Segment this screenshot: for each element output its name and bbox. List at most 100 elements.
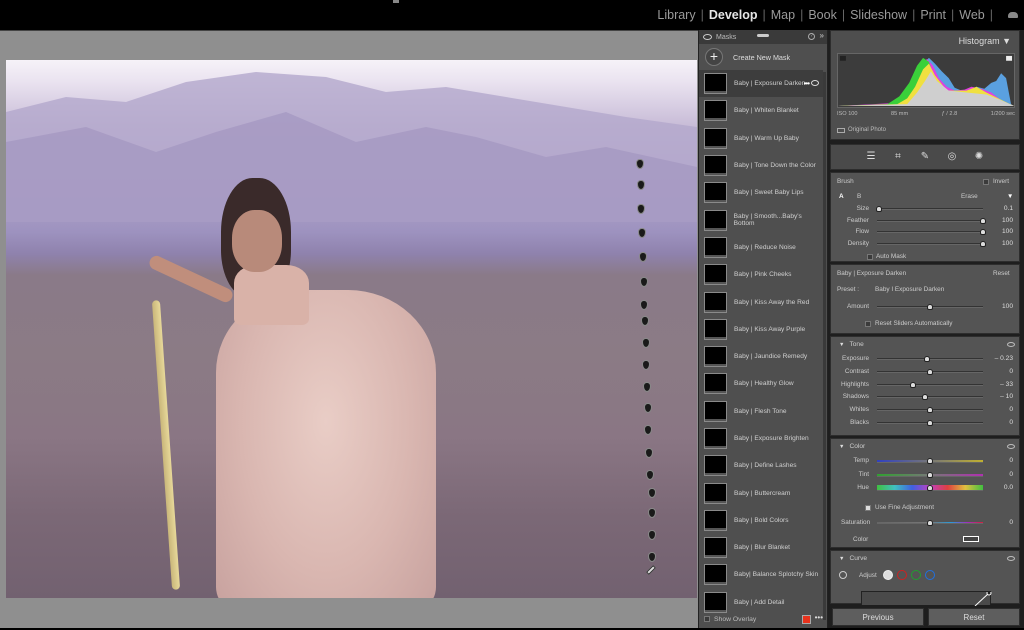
color-swatch-picker[interactable] xyxy=(963,536,979,542)
mask-item[interactable]: Baby | Exposure Darken ••• xyxy=(699,70,823,98)
module-map[interactable]: Map xyxy=(771,8,795,22)
mask-pin[interactable] xyxy=(647,530,656,540)
module-book[interactable]: Book xyxy=(808,8,837,22)
curve-channel-green[interactable] xyxy=(911,570,921,580)
reset-sliders-checkbox[interactable] xyxy=(865,321,871,327)
mask-pin[interactable] xyxy=(640,316,649,326)
brush-options-icon[interactable]: ▼ xyxy=(1007,193,1013,200)
curve-visibility-icon[interactable] xyxy=(1007,556,1015,561)
mask-pin[interactable] xyxy=(636,180,645,190)
healing-icon[interactable]: ✎ xyxy=(919,151,931,163)
mask-visibility-icon[interactable] xyxy=(811,80,819,86)
size-slider-thumb[interactable] xyxy=(876,206,883,212)
mask-item[interactable]: Baby | Kiss Away Purple xyxy=(699,316,823,343)
saturation-slider-thumb[interactable] xyxy=(927,520,933,526)
mask-pin[interactable] xyxy=(647,488,656,498)
whites-slider-thumb[interactable] xyxy=(927,407,933,414)
mask-pin[interactable] xyxy=(643,382,651,392)
size-slider[interactable] xyxy=(877,208,983,210)
edit-sliders-icon[interactable]: ☰ xyxy=(865,151,877,163)
mask-pin[interactable] xyxy=(647,508,656,518)
temp-slider-thumb[interactable] xyxy=(927,458,933,464)
curve-header[interactable]: Curve xyxy=(839,555,867,562)
tone-visibility-icon[interactable] xyxy=(1007,342,1015,347)
flow-slider-thumb[interactable] xyxy=(980,229,986,235)
mask-item[interactable]: Baby | Warm Up Baby xyxy=(699,125,823,152)
mask-item[interactable]: Baby | Tone Down the Color xyxy=(699,152,823,179)
histogram-title[interactable]: Histogram ▼ xyxy=(959,36,1011,46)
color-visibility-icon[interactable] xyxy=(1007,444,1015,449)
curve-graph[interactable] xyxy=(861,591,992,606)
visibility-icon[interactable] xyxy=(703,34,712,40)
help-icon[interactable]: ? xyxy=(808,33,815,40)
module-print[interactable]: Print xyxy=(920,8,946,22)
panel-toggle[interactable] xyxy=(393,0,399,3)
highlights-slider[interactable] xyxy=(877,383,983,386)
mask-item[interactable]: Baby | Jaundice Remedy xyxy=(699,343,823,370)
mask-item[interactable]: Baby | Buttercream xyxy=(699,479,823,506)
tint-slider-thumb[interactable] xyxy=(927,471,933,478)
original-photo-toggle[interactable]: Original Photo xyxy=(837,127,886,133)
blacks-slider-thumb[interactable] xyxy=(927,420,933,426)
mask-item[interactable]: Baby | Flesh Tone xyxy=(699,398,823,425)
brush-tab-b[interactable]: B xyxy=(857,193,861,200)
module-library[interactable]: Library xyxy=(657,8,695,22)
mask-pin[interactable] xyxy=(643,403,652,413)
previous-button[interactable]: Previous xyxy=(832,608,924,626)
collapse-icon[interactable]: » xyxy=(820,31,824,40)
tone-header[interactable]: Tone xyxy=(839,341,863,348)
density-slider-thumb[interactable] xyxy=(980,240,986,247)
fine-adjust-checkbox[interactable] xyxy=(865,505,871,511)
drag-handle[interactable] xyxy=(757,34,769,37)
mask-pin[interactable] xyxy=(638,228,647,238)
mask-item[interactable]: Baby | Pink Cheeks xyxy=(699,261,823,288)
cloud-icon[interactable] xyxy=(1008,12,1018,18)
masking-icon[interactable]: ✺ xyxy=(973,151,985,163)
mask-item[interactable]: Baby | Define Lashes xyxy=(699,452,823,479)
module-slideshow[interactable]: Slideshow xyxy=(850,8,907,22)
mask-item[interactable]: Baby | Exposure Brighten xyxy=(699,425,823,452)
reset-button[interactable]: Reset xyxy=(928,608,1020,626)
amount-slider-thumb[interactable] xyxy=(927,304,933,310)
mask-pin[interactable] xyxy=(637,204,646,214)
overlay-color-swatch[interactable] xyxy=(802,615,811,624)
hue-slider-thumb[interactable] xyxy=(927,485,933,491)
photo-preview[interactable] xyxy=(6,60,697,598)
flow-slider[interactable] xyxy=(877,231,983,233)
more-options-icon[interactable]: ••• xyxy=(815,613,823,622)
curve-channel-rgb[interactable] xyxy=(883,570,893,580)
preset-dropdown[interactable]: Baby I Exposure Darken xyxy=(875,286,944,293)
create-new-mask-button[interactable]: + Create New Mask xyxy=(699,44,827,70)
curve-channel-red[interactable] xyxy=(897,570,907,580)
red-eye-icon[interactable]: ◎ xyxy=(946,151,958,163)
auto-mask-checkbox[interactable] xyxy=(867,254,873,260)
mask-list-scrollbar[interactable] xyxy=(823,72,826,620)
show-overlay-checkbox[interactable] xyxy=(704,616,710,622)
contrast-slider-thumb[interactable] xyxy=(927,368,933,375)
mask-reset-button[interactable]: Reset xyxy=(993,270,1010,277)
module-web[interactable]: Web xyxy=(959,8,984,22)
crop-icon[interactable]: ⌗ xyxy=(892,151,904,163)
mask-pin[interactable] xyxy=(639,277,648,287)
feather-slider-thumb[interactable] xyxy=(980,217,986,224)
shadows-slider[interactable] xyxy=(877,396,983,399)
brush-erase[interactable]: Erase xyxy=(961,193,978,200)
mask-pin[interactable] xyxy=(644,425,653,435)
curve-channel-blue[interactable] xyxy=(925,570,935,580)
mask-item[interactable]: Baby | Smooth...Baby's Bottom xyxy=(699,206,823,233)
density-slider[interactable] xyxy=(877,242,983,245)
feather-slider[interactable] xyxy=(877,219,983,222)
mask-pin[interactable] xyxy=(636,159,644,169)
shadows-slider-thumb[interactable] xyxy=(921,394,928,401)
invert-checkbox[interactable] xyxy=(983,179,989,185)
mask-item[interactable]: Baby | Blur Blanket xyxy=(699,534,823,561)
mask-pin[interactable] xyxy=(640,300,649,310)
exposure-slider[interactable] xyxy=(877,358,983,360)
mask-pin[interactable] xyxy=(638,252,647,262)
mask-pin[interactable] xyxy=(647,552,656,562)
mask-pin[interactable] xyxy=(645,448,654,458)
mask-pin[interactable] xyxy=(642,360,651,370)
mask-item[interactable]: Baby| Balance Splotchy Skin xyxy=(699,561,823,588)
highlights-slider-thumb[interactable] xyxy=(910,381,917,388)
mask-item[interactable]: Baby | Bold Colors xyxy=(699,507,823,534)
